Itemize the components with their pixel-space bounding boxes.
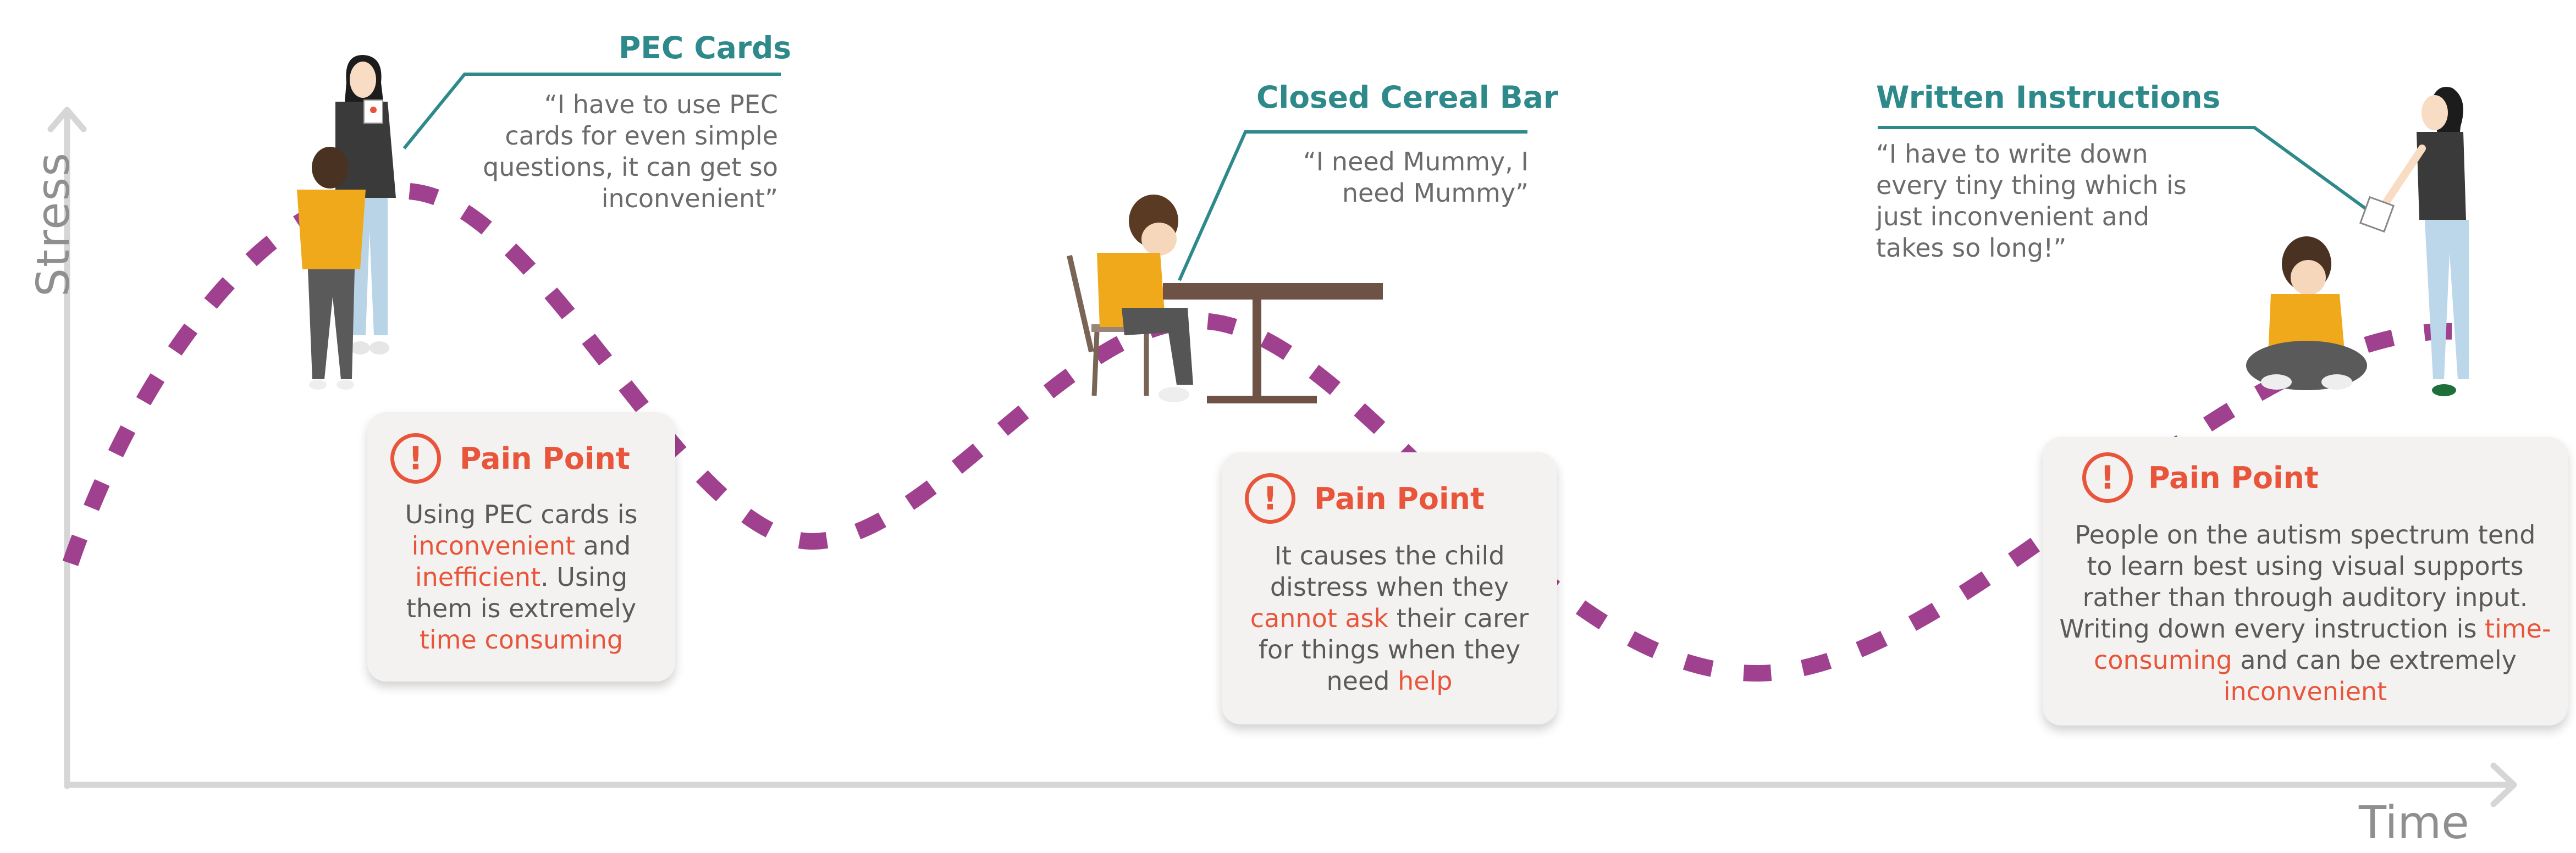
closed-cereal-bar-heading: Closed Cereal Bar: [1256, 80, 1558, 115]
highlighted-text: inconvenient: [2223, 677, 2387, 706]
written-instructions-quote: “I have to write down every tiny thing w…: [1876, 139, 2187, 263]
highlighted-text: cannot ask: [1250, 603, 1389, 633]
closed-cereal-bar-quote: “I need Mummy, I need Mummy”: [1303, 147, 1529, 208]
pec-cards-quote: “I have to use PEC cards for even simple…: [483, 90, 778, 213]
pain-point-body: Using PEC cards is inconvenient and inef…: [367, 499, 675, 656]
parent-holding-pec-card-with-child-illustration: [297, 55, 396, 390]
child-sitting-at-table-illustration: [1067, 195, 1383, 403]
body-text: It causes the child distress when they: [1270, 541, 1509, 602]
body-text: Using PEC cards is: [405, 500, 638, 529]
pec-cards-pain-point-card: ! Pain Point Using PEC cards is inconven…: [367, 412, 675, 682]
body-text: and can be extremely: [2232, 645, 2517, 675]
pain-point-title: Pain Point: [460, 441, 630, 476]
exclamation-circle-icon: !: [2082, 452, 2133, 503]
stress-journey-diagram: Stress Time PEC Cards “I have to use PEC…: [0, 0, 2576, 853]
pain-point-header: ! Pain Point: [390, 433, 630, 484]
pain-point-title: Pain Point: [1314, 481, 1485, 516]
body-text: and: [575, 531, 631, 561]
exclamation-circle-icon: !: [390, 433, 441, 484]
highlighted-text: time consuming: [419, 625, 624, 655]
highlighted-text: inconvenient: [411, 531, 576, 561]
pain-point-title: Pain Point: [2148, 460, 2319, 495]
pec-cards-heading: PEC Cards: [619, 30, 792, 65]
pain-point-header: ! Pain Point: [2082, 452, 2319, 503]
y-axis-label: Stress: [27, 151, 80, 297]
pain-point-body: People on the autism spectrum tend to le…: [2043, 519, 2568, 707]
written-instructions-heading: Written Instructions: [1876, 80, 2221, 115]
exclamation-circle-icon: !: [1245, 473, 1295, 524]
parent-showing-note-to-seated-child-illustration: [2246, 87, 2469, 396]
pain-point-header: ! Pain Point: [1245, 473, 1485, 524]
highlighted-text: help: [1398, 666, 1453, 696]
x-axis-label: Time: [2359, 797, 2469, 849]
pain-point-body: It causes the child distress when they c…: [1222, 540, 1557, 697]
highlighted-text: inefficient: [415, 562, 541, 592]
written-instructions-pain-point-card: ! Pain Point People on the autism spectr…: [2043, 437, 2568, 725]
closed-cereal-bar-pain-point-card: ! Pain Point It causes the child distres…: [1222, 452, 1557, 724]
body-text: People on the autism spectrum tend to le…: [2059, 520, 2536, 644]
